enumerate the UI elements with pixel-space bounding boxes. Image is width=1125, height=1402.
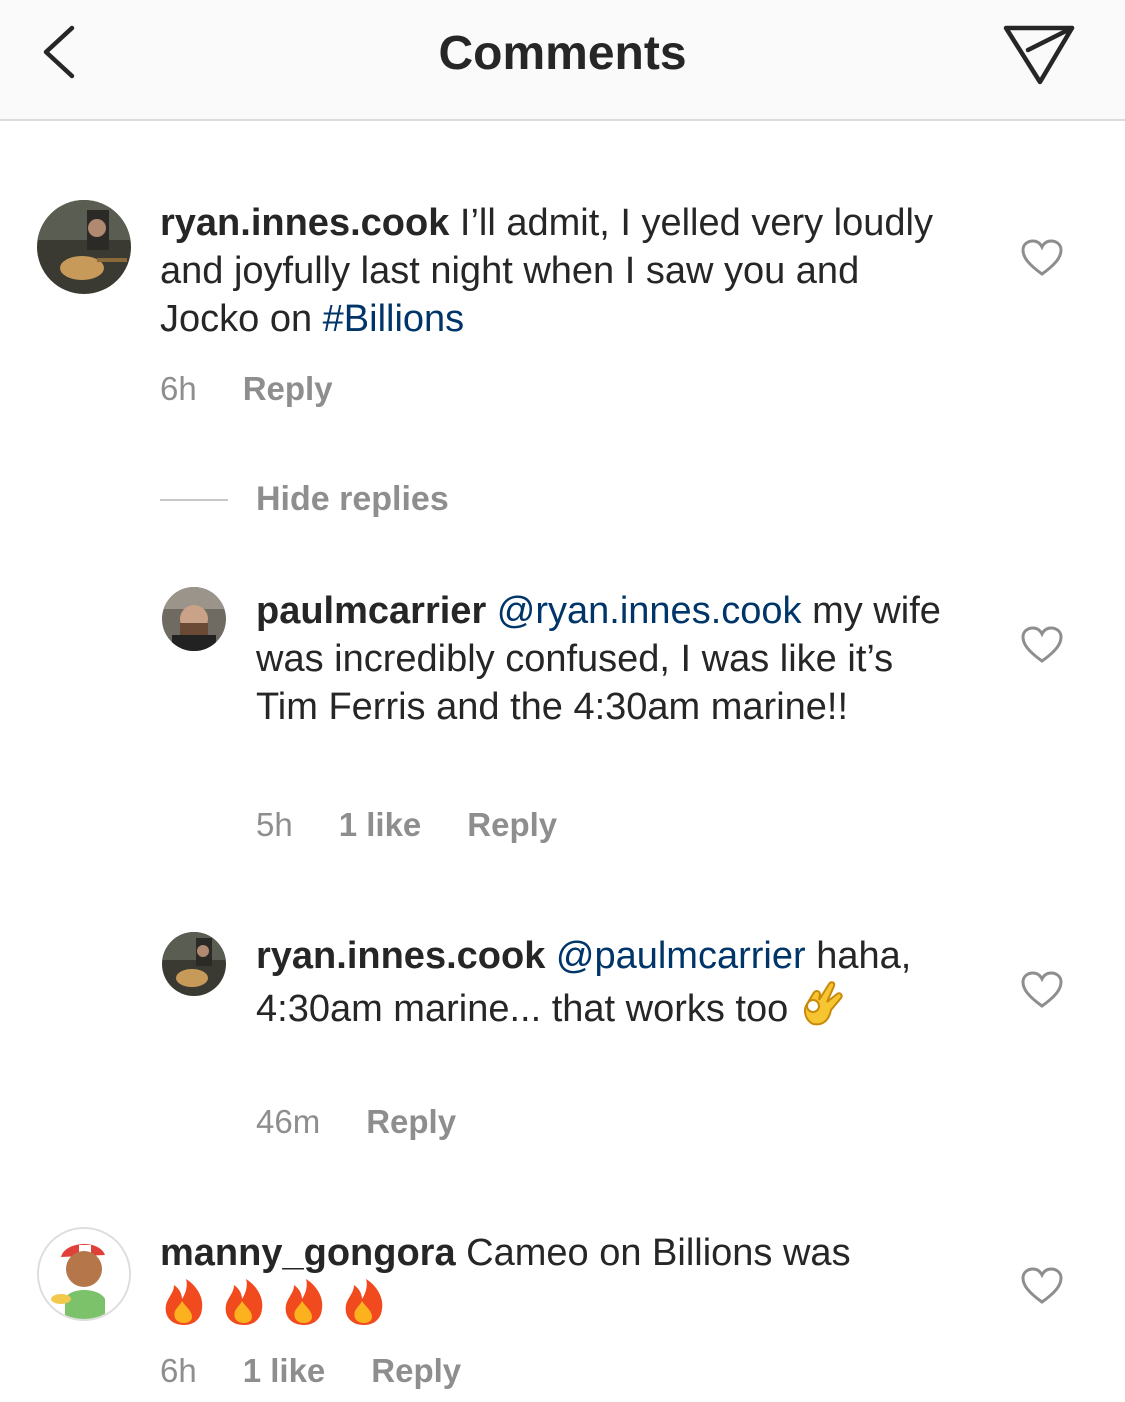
username[interactable]: manny_gongora xyxy=(160,1232,456,1274)
timestamp: 6h xyxy=(160,1352,197,1389)
comment-text: ryan.innes.cook I’ll admit, I yelled ver… xyxy=(160,199,950,343)
fire-icon xyxy=(220,1277,268,1339)
avatar[interactable] xyxy=(162,932,226,996)
like-button[interactable] xyxy=(1020,1266,1064,1306)
username[interactable]: paulmcarrier xyxy=(256,590,486,632)
username[interactable]: ryan.innes.cook xyxy=(160,202,449,244)
reply-button[interactable]: Reply xyxy=(243,370,333,407)
timestamp: 6h xyxy=(160,370,197,407)
reply-button[interactable]: Reply xyxy=(467,806,557,843)
page-title: Comments xyxy=(438,27,687,80)
fire-icon xyxy=(280,1277,328,1339)
comment-text: paulmcarrier @ryan.innes.cook my wife wa… xyxy=(256,587,956,731)
avatar[interactable] xyxy=(162,587,226,651)
comment-meta: 5h 1 like Reply xyxy=(256,806,603,844)
like-button[interactable] xyxy=(1020,970,1064,1010)
header: Comments xyxy=(0,0,1125,121)
likes-count[interactable]: 1 like xyxy=(339,806,422,843)
comment-text: manny_gongora Cameo on Billions was xyxy=(160,1229,950,1339)
paper-plane-icon xyxy=(1003,25,1075,85)
likes-count[interactable]: 1 like xyxy=(243,1352,326,1389)
fire-icon xyxy=(340,1277,388,1339)
comment-body: Cameo on Billions was xyxy=(466,1232,851,1274)
comment-meta: 46m Reply xyxy=(256,1103,502,1141)
timestamp: 5h xyxy=(256,806,293,843)
heart-icon xyxy=(1021,971,1063,1008)
ok-hand-icon xyxy=(799,980,845,1042)
heart-icon xyxy=(1021,626,1063,663)
share-button[interactable] xyxy=(1000,20,1080,90)
divider xyxy=(160,499,228,501)
hide-replies-button[interactable]: Hide replies xyxy=(256,480,449,519)
avatar[interactable] xyxy=(37,200,131,294)
comment-meta: 6h Reply xyxy=(160,370,379,408)
heart-icon xyxy=(1021,239,1063,276)
like-button[interactable] xyxy=(1020,625,1064,665)
avatar[interactable] xyxy=(37,1227,131,1321)
timestamp: 46m xyxy=(256,1103,321,1140)
reply-button[interactable]: Reply xyxy=(366,1103,456,1140)
reply-button[interactable]: Reply xyxy=(371,1352,461,1389)
mention-link[interactable]: @ryan.innes.cook xyxy=(497,590,802,632)
mention-link[interactable]: @paulmcarrier xyxy=(556,935,806,977)
comment-text: ryan.innes.cook @paulmcarrier haha, 4:30… xyxy=(256,932,956,1042)
fire-icon xyxy=(160,1277,208,1339)
comment-meta: 6h 1 like Reply xyxy=(160,1352,507,1390)
heart-icon xyxy=(1021,1267,1063,1304)
like-button[interactable] xyxy=(1020,238,1064,278)
username[interactable]: ryan.innes.cook xyxy=(256,935,545,977)
hashtag-link[interactable]: #Billions xyxy=(323,298,465,340)
